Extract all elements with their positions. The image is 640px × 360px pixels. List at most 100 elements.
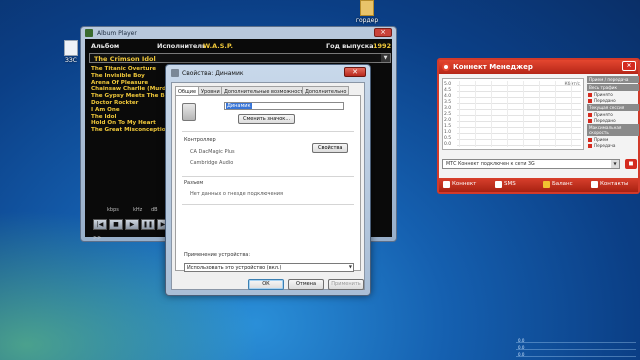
- divider: [182, 131, 354, 132]
- properties-titlebar[interactable]: Свойства: Динамик ✕: [166, 65, 370, 81]
- graph-vertical-gridline: [491, 81, 492, 147]
- graph-vertical-gridline: [507, 81, 508, 147]
- chevron-down-icon[interactable]: ▼: [349, 264, 352, 269]
- tab-contacts[interactable]: Контакты: [591, 181, 628, 188]
- meter-label: 0.0: [518, 352, 525, 357]
- album-info-header: Альбом Исполнитель W.A.S.P. Год выпуска …: [85, 39, 392, 53]
- device-usage-label: Применение устройства:: [184, 252, 251, 258]
- disconnect-button[interactable]: ◼: [625, 159, 637, 169]
- graph-vertical-gridline: [555, 81, 556, 147]
- album-player-titlebar[interactable]: Album Player ×: [81, 27, 396, 39]
- tab-label: Коннект: [452, 181, 477, 187]
- controller-section-label: Контроллер: [184, 137, 216, 143]
- graph-vertical-gridline: [539, 81, 540, 147]
- album-label: Альбом: [91, 42, 120, 50]
- play-button[interactable]: ▶: [125, 219, 139, 230]
- tab-sms[interactable]: SMS: [495, 181, 516, 188]
- stats-header: Прием / передача: [587, 76, 639, 83]
- desktop-meter-gadget: 0.0 0.0 0.0: [516, 338, 636, 360]
- meter-label: 0.0: [518, 338, 525, 343]
- album-player-title: Album Player: [97, 30, 137, 37]
- samplerate-label: kHz: [133, 207, 143, 213]
- graph-y-tick-label: 2.5: [444, 112, 452, 117]
- controller-name: CA DacMagic Plus: [190, 149, 235, 155]
- konnekt-close-button[interactable]: ×: [622, 61, 636, 71]
- properties-body: Общие Уровни Дополнительные возможности …: [171, 82, 365, 290]
- mts-logo-icon: [442, 63, 450, 71]
- graph-vertical-gridline: [475, 81, 476, 147]
- artist-value: W.A.S.P.: [203, 42, 233, 50]
- controller-properties-button[interactable]: Свойства: [312, 143, 349, 153]
- jack-section-label: Разъем: [184, 180, 204, 186]
- gain-label: dB: [151, 207, 158, 213]
- stats-row: Передано: [587, 98, 639, 104]
- album-player-close-button[interactable]: ×: [374, 28, 392, 37]
- contacts-icon: [591, 181, 598, 188]
- stats-header: Максимальная скорость: [587, 124, 639, 136]
- change-icon-button[interactable]: Сменить значок...: [238, 114, 296, 124]
- traffic-stats-panel: Прием / передача Весь трафик Принято Пер…: [587, 76, 639, 160]
- tab-balance[interactable]: Баланс: [543, 181, 573, 188]
- previous-button[interactable]: |◀: [93, 219, 107, 230]
- ok-button[interactable]: ОК: [248, 279, 284, 290]
- connection-status-text: МТС Коннект подключен к сети 3G: [446, 162, 535, 167]
- tab-konnekt[interactable]: Коннект: [443, 181, 477, 188]
- tab-label: Баланс: [552, 181, 573, 187]
- graph-y-tick-label: 2.0: [444, 118, 452, 123]
- properties-close-button[interactable]: ✕: [344, 67, 366, 77]
- album-player-footer[interactable]: >>: [93, 235, 101, 241]
- album-select[interactable]: The Crimson Idol ▼: [89, 53, 391, 63]
- graph-y-tick-label: 0.0: [444, 142, 452, 147]
- artist-label: Исполнитель: [157, 42, 207, 50]
- graph-y-tick-label: 1.5: [444, 124, 452, 129]
- device-usage-value: Использовать это устройство (вкл.): [187, 265, 282, 271]
- stop-button[interactable]: ■: [109, 219, 123, 230]
- konnekt-tabbar: Коннект SMS Баланс Контакты: [439, 178, 638, 192]
- year-value: 1992: [373, 42, 392, 50]
- tab-label: SMS: [504, 181, 516, 187]
- tab-advanced[interactable]: Дополнительно: [302, 86, 350, 95]
- balance-icon: [543, 181, 550, 188]
- stats-header: Текущая сессия: [587, 104, 639, 111]
- graph-vertical-gridline: [523, 81, 524, 147]
- stats-header: Весь трафик: [587, 84, 639, 91]
- speaker-properties-dialog: Свойства: Динамик ✕ Общие Уровни Дополни…: [165, 64, 371, 296]
- speaker-device-icon: [182, 103, 196, 121]
- document-icon: [64, 40, 78, 56]
- device-name-value: Динамик: [226, 103, 252, 109]
- album-select-value: The Crimson Idol: [94, 55, 156, 63]
- year-label: Год выпуска: [326, 42, 374, 50]
- meter-line: [516, 342, 636, 343]
- graph-y-tick-label: 0.5: [444, 136, 452, 141]
- graph-y-tick-label: 3.0: [444, 106, 452, 111]
- stats-row: Передано: [587, 118, 639, 124]
- connect-icon: [443, 181, 450, 188]
- tab-enhancements[interactable]: Дополнительные возможности: [221, 86, 310, 95]
- konnekt-titlebar[interactable]: Коннект Менеджер ×: [439, 60, 638, 74]
- konnekt-title: Коннект Менеджер: [453, 63, 533, 71]
- graph-y-tick-label: 3.5: [444, 100, 452, 105]
- bitrate-label: kbps: [107, 207, 119, 213]
- chevron-down-icon[interactable]: ▼: [381, 54, 390, 62]
- controller-vendor: Cambridge Audio: [190, 160, 234, 166]
- general-tab-page: Динамик Сменить значок... Контроллер CA …: [175, 95, 361, 272]
- traffic-graph: Кбит/с 5.04.54.03.53.02.52.01.51.00.50.0: [442, 78, 584, 150]
- tab-levels[interactable]: Уровни: [198, 86, 223, 95]
- apply-button[interactable]: Применить: [328, 279, 364, 290]
- cancel-button[interactable]: Отмена: [288, 279, 324, 290]
- meter-line: [516, 349, 636, 350]
- pause-button[interactable]: ❚❚: [141, 219, 155, 230]
- desktop-icon-folder[interactable]: гордер: [354, 0, 380, 24]
- connection-status-select[interactable]: МТС Коннект подключен к сети 3G ▼: [442, 159, 620, 169]
- graph-vertical-gridline: [571, 81, 572, 147]
- sms-icon: [495, 181, 502, 188]
- stats-row: Передача: [587, 143, 639, 149]
- divider: [182, 204, 354, 205]
- chevron-down-icon[interactable]: ▼: [611, 160, 619, 168]
- graph-y-tick-label: 4.5: [444, 88, 452, 93]
- meter-line: [516, 356, 636, 357]
- device-usage-select[interactable]: Использовать это устройство (вкл.) ▼: [184, 263, 354, 272]
- konnekt-manager-window: Коннект Менеджер × Кбит/с 5.04.54.03.53.…: [437, 58, 640, 194]
- graph-y-tick-label: 5.0: [444, 82, 452, 87]
- device-name-field[interactable]: Динамик: [224, 102, 344, 110]
